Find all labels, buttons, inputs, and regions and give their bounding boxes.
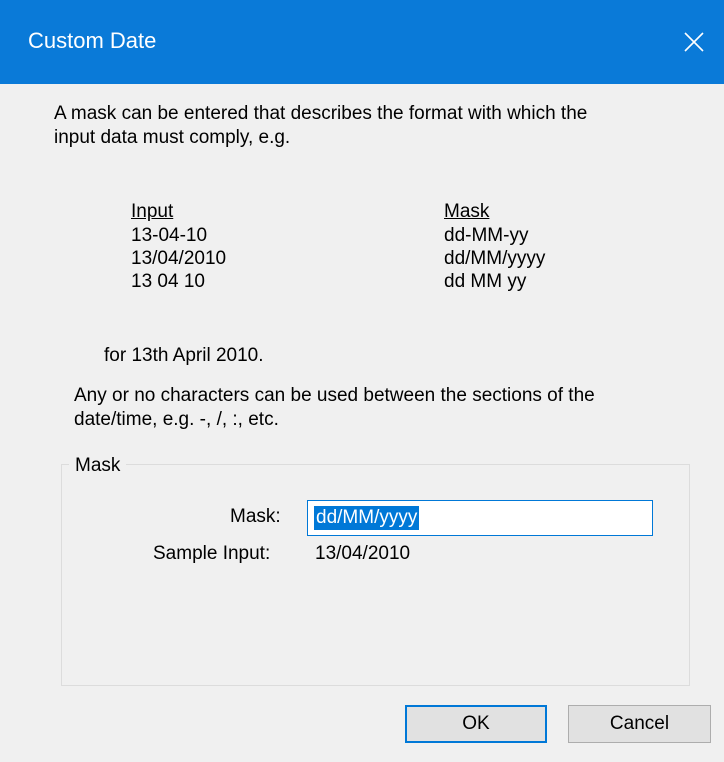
example-input-3: 13 04 10 xyxy=(131,271,205,292)
custom-date-dialog: Custom Date A mask can be entered that d… xyxy=(0,0,724,762)
window-title: Custom Date xyxy=(28,28,157,53)
mask-input[interactable]: dd/MM/yyyy xyxy=(307,500,653,536)
mask-column-header: Mask xyxy=(444,201,490,222)
sample-input-value: 13/04/2010 xyxy=(315,543,411,564)
close-icon xyxy=(684,32,704,52)
example-input-1: 13-04-10 xyxy=(131,225,208,246)
example-note: for 13th April 2010. xyxy=(104,345,264,366)
example-input-2: 13/04/2010 xyxy=(131,248,227,269)
close-button[interactable] xyxy=(664,0,724,84)
ok-button[interactable]: OK xyxy=(405,705,547,743)
example-mask-1: dd-MM-yy xyxy=(444,225,529,246)
cancel-button[interactable]: Cancel xyxy=(568,705,711,743)
input-column-header: Input xyxy=(131,201,174,222)
separator-note-line-2: date/time, e.g. -, /, :, etc. xyxy=(74,409,279,430)
separator-note-line-1: Any or no characters can be used between… xyxy=(74,385,595,406)
example-mask-2: dd/MM/yyyy xyxy=(444,248,546,269)
cancel-button-label: Cancel xyxy=(609,713,670,734)
mask-label: Mask: xyxy=(230,506,281,527)
example-mask-3: dd MM yy xyxy=(444,271,527,292)
title-bar: Custom Date xyxy=(0,0,724,84)
description-line-1: A mask can be entered that describes the… xyxy=(54,103,588,124)
ok-button-label: OK xyxy=(462,713,490,734)
description-line-2: input data must comply, e.g. xyxy=(54,127,291,148)
sample-input-label: Sample Input: xyxy=(153,543,271,564)
mask-group-legend: Mask xyxy=(69,454,127,478)
mask-groupbox xyxy=(61,464,690,686)
mask-input-value: dd/MM/yyyy xyxy=(314,506,420,530)
dialog-body: A mask can be entered that describes the… xyxy=(0,84,724,762)
